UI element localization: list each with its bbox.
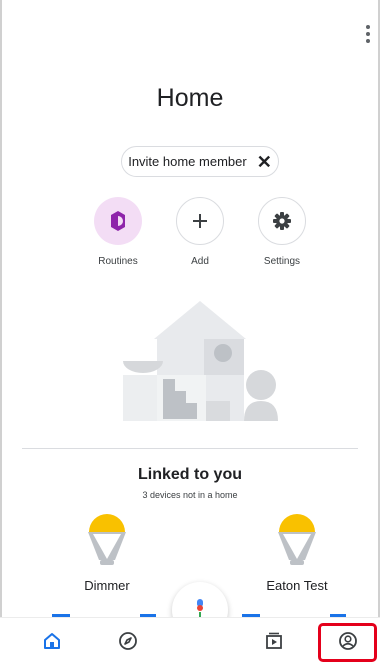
nav-home[interactable] (40, 629, 64, 653)
bulb-icon (88, 514, 126, 565)
add-circle[interactable] (176, 197, 224, 245)
settings-label: Settings (263, 256, 301, 267)
add-button[interactable]: Add (165, 197, 235, 267)
bulb-icon (278, 514, 316, 565)
device-card-eaton-test[interactable]: Eaton Test (242, 512, 352, 593)
gear-icon (273, 212, 291, 230)
invite-home-member-chip[interactable]: Invite home member ✕ (121, 146, 279, 177)
device-card-dimmer[interactable]: Dimmer (52, 512, 162, 593)
account-highlight-box (318, 623, 377, 662)
overflow-dot (366, 32, 370, 36)
nav-discover[interactable] (116, 629, 140, 653)
routines-label: Routines (98, 256, 138, 267)
device-name: Eaton Test (266, 578, 328, 593)
home-illustration (123, 301, 278, 421)
settings-circle[interactable] (258, 197, 306, 245)
settings-button[interactable]: Settings (247, 197, 317, 267)
routines-button[interactable]: Routines (83, 197, 153, 267)
routines-circle[interactable] (94, 197, 142, 245)
plus-icon (193, 214, 207, 228)
overflow-dot (366, 39, 370, 43)
invite-chip-label: Invite home member (128, 154, 247, 169)
close-icon[interactable]: ✕ (257, 153, 272, 171)
quick-actions: Routines Add Settings (0, 197, 380, 277)
explore-compass-icon (119, 632, 137, 650)
page-title: Home (156, 84, 224, 112)
add-label: Add (191, 256, 209, 267)
home-icon (44, 633, 60, 649)
routines-icon (111, 211, 125, 231)
overflow-dot (366, 25, 370, 29)
section-divider (22, 448, 358, 449)
device-name: Dimmer (84, 578, 130, 593)
linked-section-subtitle: 3 devices not in a home (142, 490, 238, 500)
linked-section-title: Linked to you (138, 466, 242, 483)
more-options-icon[interactable] (362, 22, 374, 46)
media-play-icon (266, 632, 282, 649)
nav-media[interactable] (262, 629, 286, 653)
